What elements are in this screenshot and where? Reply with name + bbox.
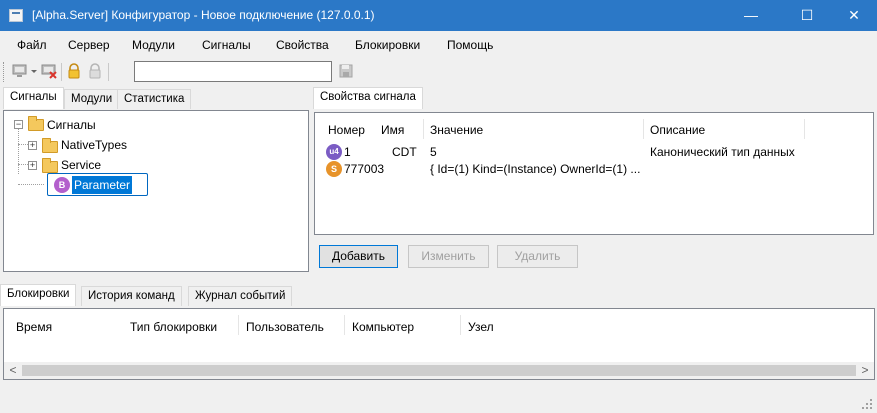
folder-icon	[42, 138, 58, 153]
tab-command-history[interactable]: История команд	[81, 286, 182, 306]
column-name[interactable]: Имя	[381, 123, 404, 137]
tab-event-log[interactable]: Журнал событий	[188, 286, 293, 306]
tree-item-nativetypes[interactable]: NativeTypes	[61, 136, 127, 154]
tab-modules[interactable]: Модули	[64, 89, 120, 109]
expand-icon[interactable]: +	[28, 161, 37, 170]
edit-button[interactable]: Изменить	[408, 245, 489, 268]
tree-item-signals[interactable]: Сигналы	[47, 116, 96, 134]
expand-icon[interactable]: +	[28, 141, 37, 150]
lock-icon[interactable]	[66, 63, 82, 79]
left-tabstrip: Сигналы Модули Статистика	[3, 87, 308, 109]
close-button[interactable]: ✕	[831, 0, 877, 31]
uint32-type-icon: u4	[326, 144, 342, 160]
column-divider	[643, 119, 644, 139]
row-name: CDT	[392, 145, 417, 159]
disconnect-icon[interactable]	[41, 63, 57, 79]
tab-locks[interactable]: Блокировки	[0, 284, 77, 306]
row-value: 5	[430, 145, 437, 159]
horizontal-scrollbar[interactable]: < >	[4, 362, 874, 379]
tree-line	[18, 184, 44, 185]
column-computer[interactable]: Компьютер	[352, 320, 414, 334]
column-node[interactable]: Узел	[468, 320, 494, 334]
title-bar: [Alpha.Server] Конфигуратор - Новое подк…	[0, 0, 877, 31]
column-time[interactable]: Время	[16, 320, 52, 334]
dropdown-arrow-icon[interactable]	[29, 63, 39, 79]
scrollbar-thumb[interactable]	[22, 365, 856, 376]
bool-type-icon: B	[54, 177, 70, 193]
menu-server[interactable]: Сервер	[68, 38, 110, 54]
tab-signal-properties[interactable]: Свойства сигнала	[313, 87, 423, 109]
menu-properties[interactable]: Свойства	[276, 38, 329, 54]
column-number[interactable]: Номер	[328, 123, 365, 137]
toolbar-grip	[3, 62, 6, 82]
column-description[interactable]: Описание	[650, 123, 705, 137]
maximize-button[interactable]: ☐	[784, 0, 830, 31]
menu-help[interactable]: Помощь	[447, 38, 493, 54]
app-icon	[9, 9, 23, 22]
tree-item-parameter[interactable]: Parameter	[72, 176, 133, 194]
tab-signals[interactable]: Сигналы	[3, 87, 64, 109]
tree-line	[18, 128, 19, 174]
column-divider	[423, 119, 424, 139]
collapse-icon[interactable]: −	[14, 120, 23, 129]
column-divider	[460, 315, 461, 335]
folder-icon	[42, 158, 58, 173]
struct-type-icon: S	[326, 161, 342, 177]
row-number: 777003	[344, 162, 385, 176]
window-title: [Alpha.Server] Конфигуратор - Новое подк…	[32, 8, 375, 22]
column-divider	[344, 315, 345, 335]
locks-list[interactable]: Время Тип блокировки Пользователь Компью…	[3, 308, 875, 380]
tree-item-service[interactable]: Service	[61, 156, 101, 174]
column-lock-type[interactable]: Тип блокировки	[130, 320, 217, 334]
column-value[interactable]: Значение	[430, 123, 483, 137]
row-description: Канонический тип данных	[650, 145, 795, 159]
column-divider	[238, 315, 239, 335]
properties-list[interactable]: Номер Имя Значение Описание u4 1 CDT 5 К…	[314, 112, 874, 235]
unlock-icon[interactable]	[87, 63, 103, 79]
tab-statistics[interactable]: Статистика	[117, 89, 192, 109]
minimize-button[interactable]: —	[728, 0, 774, 31]
row-value: { Id=(1) Kind=(Instance) OwnerId=(1) ...	[430, 162, 641, 176]
menu-file[interactable]: Файл	[17, 38, 47, 54]
row-number: 1	[344, 145, 351, 159]
toolbar-separator	[108, 63, 109, 81]
search-input[interactable]	[134, 61, 332, 82]
scroll-left-button[interactable]: <	[7, 362, 19, 379]
save-icon[interactable]	[338, 63, 354, 79]
add-button[interactable]: Добавить	[319, 245, 398, 268]
menu-modules[interactable]: Модули	[132, 38, 175, 54]
menu-locks[interactable]: Блокировки	[355, 38, 420, 54]
resize-grip-icon[interactable]	[861, 398, 873, 410]
folder-open-icon	[28, 116, 44, 131]
connect-icon[interactable]	[12, 63, 28, 79]
column-user[interactable]: Пользователь	[246, 320, 324, 334]
right-tabstrip: Свойства сигнала	[311, 87, 876, 109]
signal-tree[interactable]: − Сигналы + NativeTypes + Service B Para…	[3, 110, 309, 272]
scroll-right-button[interactable]: >	[859, 362, 871, 379]
menu-signals[interactable]: Сигналы	[202, 38, 251, 54]
bottom-tabstrip: Блокировки История команд Журнал событий	[0, 284, 877, 306]
column-divider	[804, 119, 805, 139]
delete-button[interactable]: Удалить	[497, 245, 578, 268]
toolbar-separator	[61, 63, 62, 81]
